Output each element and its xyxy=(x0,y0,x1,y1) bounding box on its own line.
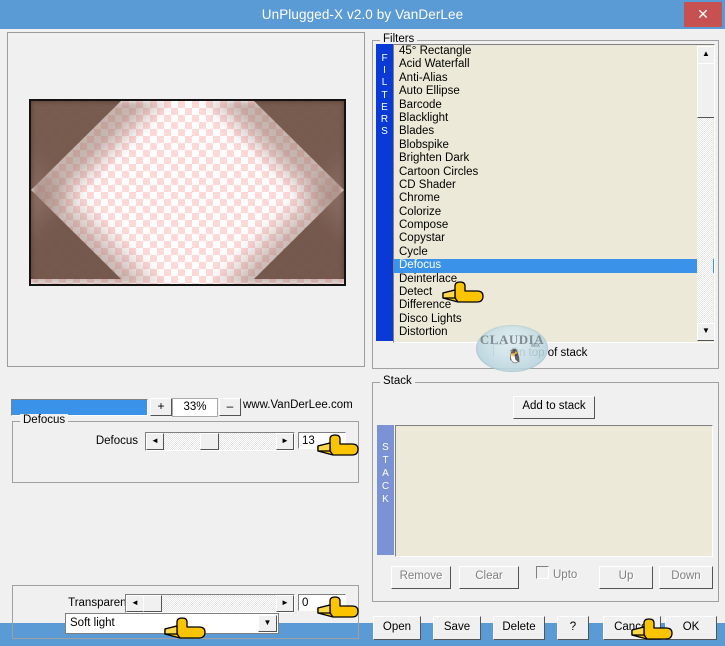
stack-listbox[interactable] xyxy=(395,425,713,557)
filter-list-item[interactable]: Blades xyxy=(394,125,714,138)
filter-list-item[interactable]: CD Shader xyxy=(394,179,714,192)
filter-list-item[interactable]: Acid Waterfall xyxy=(394,58,714,71)
stack-group: Stack Add to stack S T A C K Remove Clea… xyxy=(372,375,719,602)
filter-list-item[interactable]: Blacklight xyxy=(394,112,714,125)
dialog-client-area: + 33% – www.VanDerLee.com Defocus Defocu… xyxy=(0,29,725,640)
window-title: UnPlugged-X v2.0 by VanDerLee xyxy=(261,7,464,22)
upto-label: Upto xyxy=(553,569,578,581)
defocus-slider-label: Defocus xyxy=(95,435,138,447)
blend-mode-value: Soft light xyxy=(70,617,115,629)
filter-list-item[interactable]: Distortion xyxy=(394,326,714,339)
filter-list-item[interactable]: Compose xyxy=(394,219,714,232)
filter-list-item[interactable]: Difference xyxy=(394,299,714,312)
defocus-value-input[interactable]: 13 xyxy=(298,432,346,449)
scroll-up-icon[interactable]: ▲ xyxy=(697,46,714,64)
watermark-bird-icon: 🐧 xyxy=(506,348,524,364)
defocus-group: Defocus Defocus ◄ ► 13 xyxy=(12,414,359,483)
preview-panel[interactable] xyxy=(7,32,365,367)
stack-sidebar-label: S T A C K xyxy=(377,425,394,555)
scroll-down-icon[interactable]: ▼ xyxy=(697,323,714,341)
zoom-out-button[interactable]: – xyxy=(219,398,241,416)
defocus-group-label: Defocus xyxy=(20,414,69,426)
watermark-subtext: MiX xyxy=(531,343,540,349)
website-label: www.VanDerLee.com xyxy=(243,399,353,411)
defocus-slider-right-arrow[interactable]: ► xyxy=(276,433,294,450)
remove-button[interactable]: Remove xyxy=(391,566,451,589)
title-bar: UnPlugged-X v2.0 by VanDerLee ✕ xyxy=(0,0,725,29)
transparency-slider-thumb[interactable] xyxy=(143,595,162,612)
preview-canvas xyxy=(8,33,364,366)
down-button[interactable]: Down xyxy=(659,566,713,589)
transparency-slider-left-arrow[interactable]: ◄ xyxy=(126,595,144,612)
claudia-watermark: CLAUDIA MiX 🐧 xyxy=(476,325,548,372)
filter-list-item[interactable]: Blobspike xyxy=(394,139,714,152)
defocus-slider-thumb[interactable] xyxy=(200,433,219,450)
filter-list-item[interactable]: Detect xyxy=(394,286,714,299)
defocus-slider[interactable]: ◄ ► xyxy=(145,432,295,451)
filter-list-item[interactable]: Copystar xyxy=(394,232,714,245)
filter-list-item[interactable]: Barcode xyxy=(394,99,714,112)
blend-mode-select[interactable]: Soft light ▼ xyxy=(65,613,279,634)
transparency-value-input[interactable]: 0 xyxy=(298,594,346,611)
open-button[interactable]: Open xyxy=(373,616,421,640)
progress-bar-fill xyxy=(12,400,147,415)
filter-list-item[interactable]: Disco Lights xyxy=(394,313,714,326)
zoom-in-button[interactable]: + xyxy=(150,398,172,416)
filters-listbox[interactable]: 45° Rectangle Acid Waterfall Anti-Alias Aut… xyxy=(393,44,715,343)
stack-group-label: Stack xyxy=(380,375,415,387)
transparency-slider-label: Transparency xyxy=(68,597,138,609)
unplugged-x-window: UnPlugged-X v2.0 by VanDerLee ✕ + 33% – … xyxy=(0,0,725,640)
filters-group: Filters F I L T E R S 45° Rectangle Acid … xyxy=(372,33,719,369)
preview-image xyxy=(29,99,346,286)
filter-list-item[interactable]: Anti-Alias xyxy=(394,72,714,85)
up-button[interactable]: Up xyxy=(599,566,653,589)
filters-scrollbar-thumb[interactable] xyxy=(697,63,714,118)
zoom-level-value: 33% xyxy=(172,398,218,417)
help-button[interactable]: ? xyxy=(557,616,589,640)
filters-items-container: 45° Rectangle Acid Waterfall Anti-Alias Aut… xyxy=(394,45,714,340)
transparency-slider-right-arrow[interactable]: ► xyxy=(276,595,294,612)
filter-list-item[interactable]: 45° Rectangle xyxy=(394,45,714,58)
filters-sidebar-text: F I L T E R S xyxy=(380,53,389,138)
defocus-slider-left-arrow[interactable]: ◄ xyxy=(146,433,164,450)
filter-list-item[interactable]: Colorize xyxy=(394,206,714,219)
filter-list-item[interactable]: Deinterlace xyxy=(394,273,714,286)
filter-list-item[interactable]: Chrome xyxy=(394,192,714,205)
clear-button[interactable]: Clear xyxy=(459,566,519,589)
filters-scrollbar[interactable]: ▲ ▼ xyxy=(697,46,714,341)
add-to-stack-button[interactable]: Add to stack xyxy=(513,396,595,419)
close-button[interactable]: ✕ xyxy=(684,2,722,27)
filter-list-item[interactable]: Auto Ellipse xyxy=(394,85,714,98)
filter-list-item[interactable]: Cycle xyxy=(394,246,714,259)
cancel-button[interactable]: Cancel xyxy=(603,616,661,640)
checkbox-icon[interactable] xyxy=(536,566,549,579)
chevron-down-icon[interactable]: ▼ xyxy=(258,615,277,632)
stack-sidebar-text: S T A C K xyxy=(381,442,390,505)
delete-button[interactable]: Delete xyxy=(493,616,545,640)
filters-sidebar-label: F I L T E R S xyxy=(376,44,393,341)
filter-list-item[interactable]: Defocus xyxy=(394,259,714,273)
ok-button[interactable]: OK xyxy=(665,616,717,640)
transparency-slider[interactable]: ◄ ► xyxy=(125,594,295,613)
preview-blur-overlay xyxy=(31,101,344,284)
upto-checkbox[interactable]: Upto xyxy=(536,566,577,581)
filter-list-item[interactable]: Brighten Dark xyxy=(394,152,714,165)
filter-list-item[interactable]: Cartoon Circles xyxy=(394,166,714,179)
save-button[interactable]: Save xyxy=(433,616,481,640)
